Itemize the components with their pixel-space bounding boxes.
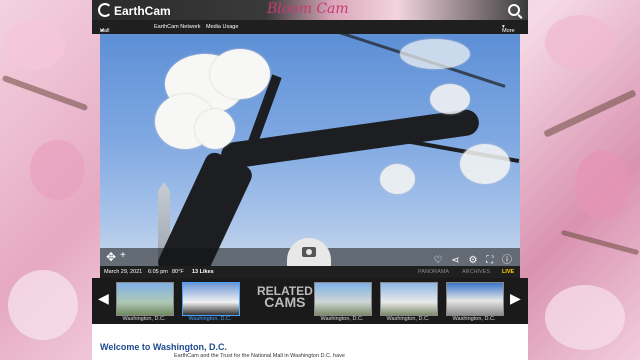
related-cam-thumb[interactable] (116, 282, 174, 316)
related-cams-bar: ◀ Washington, D.C. Washington, D.C. RELA… (92, 278, 528, 324)
related-cam-caption: Washington, D.C. (188, 316, 232, 322)
info-icon[interactable]: ⓘ (502, 255, 512, 266)
settings-icon[interactable]: ⚙ (468, 255, 477, 266)
time-text: 6:05 pm (148, 269, 168, 275)
related-cams-label: RELATED CAMS (257, 284, 313, 310)
temperature-text: 80°F (172, 269, 184, 275)
heart-icon[interactable]: ♡ (434, 255, 443, 266)
info-bar: March 29, 2021 6:05 pm 80°F 13 Likes PAN… (100, 266, 520, 278)
related-cam-thumb[interactable] (446, 282, 504, 316)
welcome-panel: Welcome to Washington, D.C. EarthCam and… (92, 324, 528, 360)
fullscreen-icon[interactable]: ⛶ (486, 255, 493, 266)
arrow-right-icon[interactable]: ▶ (510, 290, 521, 307)
live-camera-view[interactable] (100, 34, 520, 266)
tab-live[interactable]: LIVE (502, 269, 514, 275)
date-text: March 29, 2021 (104, 269, 143, 275)
related-cam-thumb[interactable] (380, 282, 438, 316)
arrow-left-icon[interactable]: ◀ (98, 290, 109, 307)
top-nav: ★ Hall of Fame ★ EarthCam Network Media … (92, 20, 528, 46)
logo-text: EarthCam (114, 4, 171, 18)
search-icon[interactable] (508, 4, 520, 16)
move-icon[interactable]: ✥ (106, 251, 118, 263)
related-cam-caption: Washington, D.C. (320, 316, 364, 322)
welcome-title: Welcome to Washington, D.C. (100, 342, 228, 352)
nav-media-usage[interactable]: Media Usage (206, 24, 238, 30)
tab-panorama[interactable]: PANORAMA (418, 269, 449, 275)
tab-archives[interactable]: ARCHIVES (462, 269, 490, 275)
earthcam-logo-icon (98, 3, 112, 17)
welcome-snippet: EarthCam and the Trust for the National … (174, 353, 345, 359)
related-cam-caption: Washington, D.C. (122, 316, 166, 322)
bloom-cam-brand: Bloom Cam (267, 1, 349, 17)
related-cam-caption: Washington, D.C. (452, 316, 496, 322)
related-cam-thumb[interactable] (182, 282, 240, 316)
share-icon[interactable]: ⋖ (451, 255, 459, 266)
site-header: EarthCam Bloom Cam (92, 0, 528, 20)
nav-earthcam-network[interactable]: EarthCam Network (154, 24, 200, 30)
player-actions: ♡ ⋖ ⚙ ⛶ ⓘ (428, 251, 512, 266)
camera-icon (302, 247, 316, 257)
related-cam-caption: Washington, D.C. (386, 316, 430, 322)
related-cam-thumb[interactable] (314, 282, 372, 316)
nav-more[interactable]: More ▾ (502, 24, 515, 34)
likes-count: 13 Likes (192, 269, 214, 275)
player-controls: ✥ + ♡ ⋖ ⚙ ⛶ ⓘ (100, 238, 520, 266)
earthcam-logo[interactable]: EarthCam (98, 3, 171, 18)
zoom-in-icon[interactable]: + (120, 250, 126, 261)
